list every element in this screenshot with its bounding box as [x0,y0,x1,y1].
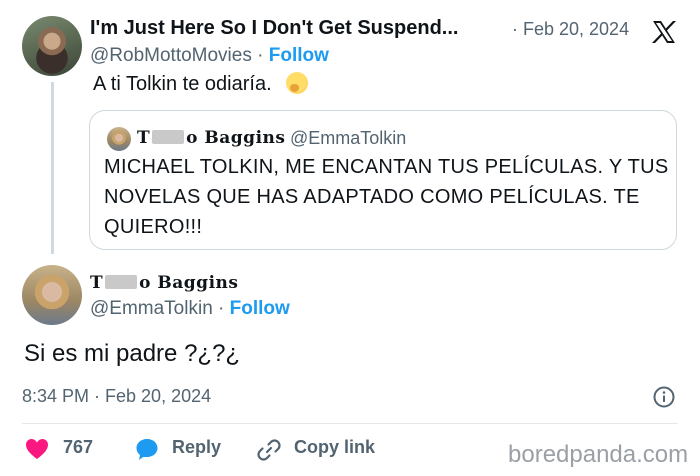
reply-bubble-icon [136,439,158,460]
quoted-name-suffix: o Baggins [186,128,286,148]
tweet-text: A ti Tolkin te odiaría. [93,73,272,95]
info-icon[interactable] [653,386,675,408]
reply-name-prefix: T [90,273,104,293]
reply-handle[interactable]: @EmmaTolkin [90,298,213,319]
author-handle-row: @RobMottoMovies · Follow [90,45,329,67]
quoted-name-prefix: T [137,128,151,148]
reply-label[interactable]: Reply [172,437,221,458]
quoted-avatar [107,127,131,151]
reply-text: Si es mi padre ?¿?¿ [24,340,241,367]
copy-link-label[interactable]: Copy link [294,437,375,458]
reply-author-name[interactable]: To Baggins [90,273,238,293]
follow-button[interactable]: Follow [269,45,329,66]
reply-name-suffix: o Baggins [139,273,239,293]
quoted-author-name: To Baggins [137,128,285,148]
divider [22,423,678,424]
separator: · [212,298,230,319]
like-button[interactable] [24,437,50,463]
avatar-robmottomovies[interactable] [22,16,82,76]
author-handle[interactable]: @RobMottoMovies [90,45,252,66]
quoted-handle: @EmmaTolkin [290,128,407,148]
tweet-text-row: A ti Tolkin te odiaría. [93,72,308,96]
x-logo-icon[interactable] [650,18,678,46]
avatar-emmatolkin[interactable] [22,265,82,325]
like-count[interactable]: 767 [63,437,93,458]
follow-button[interactable]: Follow [230,298,290,319]
blurred-name-icon [105,275,138,289]
reply-button[interactable] [134,436,160,462]
copy-link-button[interactable] [256,437,282,463]
heart-icon [26,439,48,459]
quoted-text: MICHAEL TOLKIN, ME ENCANTAN TUS PELÍCULA… [104,156,669,238]
tweet-date[interactable]: · Feb 20, 2024 [512,19,629,40]
thread-line [51,82,54,254]
hand-over-mouth-emoji-icon [285,72,308,94]
reply-timestamp[interactable]: 8:34 PM · Feb 20, 2024 [22,386,211,407]
separator: · [251,45,269,66]
link-icon [257,439,281,461]
blurred-name-icon [152,130,185,144]
watermark: boredpanda.com [508,441,689,468]
reply-handle-row: @EmmaTolkin · Follow [90,298,290,320]
author-name[interactable]: I'm Just Here So I Don't Get Suspend... [90,17,458,40]
